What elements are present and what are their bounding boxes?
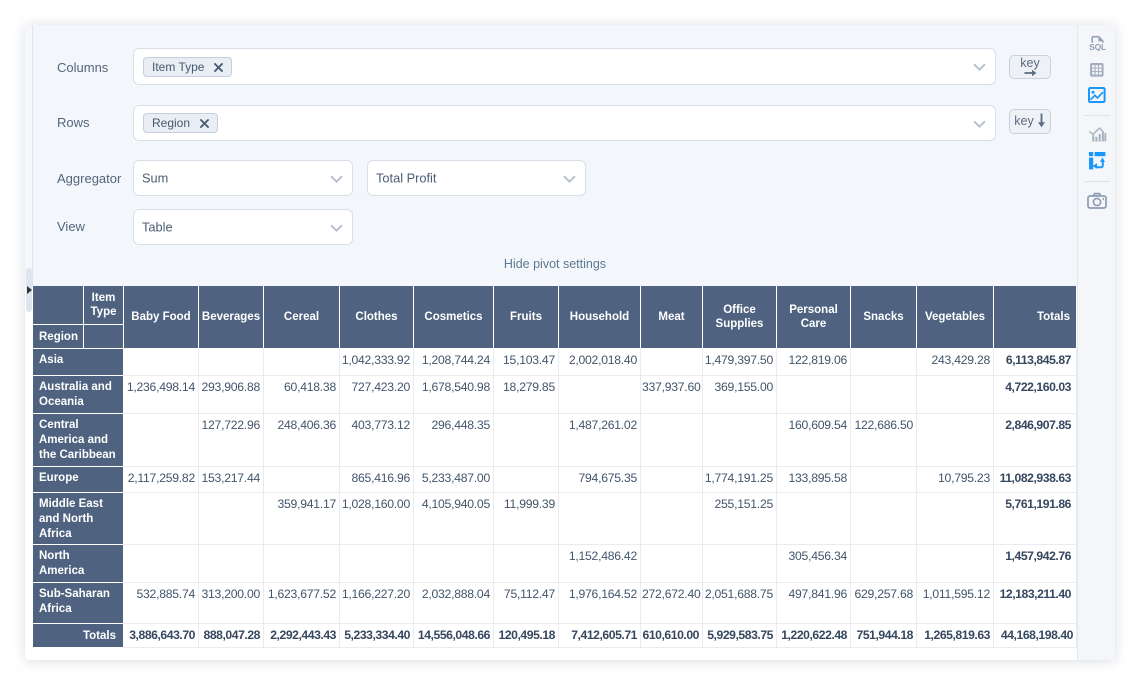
svg-text:SQL: SQL [1089, 42, 1106, 51]
